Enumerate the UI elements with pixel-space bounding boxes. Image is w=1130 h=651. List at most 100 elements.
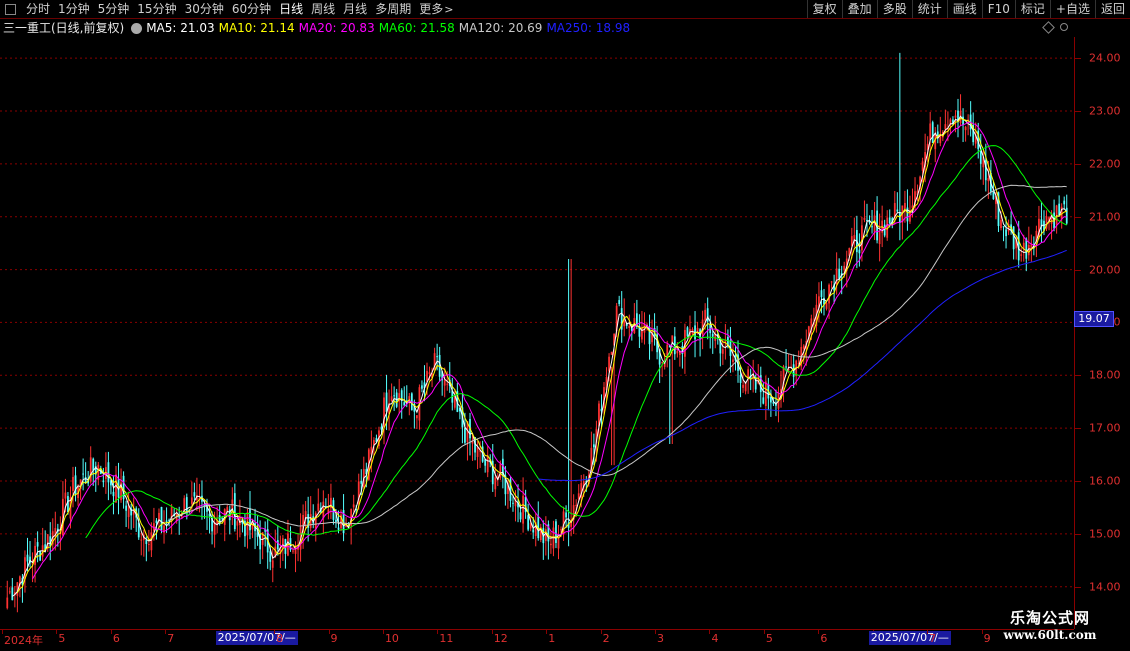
y-tick-label: 14.00 [1089, 580, 1121, 594]
x-tick [491, 630, 493, 634]
y-tick [1075, 533, 1081, 535]
ma-label-4: MA120: 20.69 [458, 21, 543, 35]
x-tick [709, 630, 711, 634]
x-tick-label: 3 [657, 632, 665, 645]
chevron-right-icon[interactable]: > [444, 3, 453, 16]
tab-period-8[interactable]: 月线 [339, 0, 371, 18]
watermark: 乐淘公式网 www.60lt.com [990, 607, 1110, 642]
y-tick-label: 16.00 [1089, 474, 1121, 488]
ma-line-ma120 [168, 184, 1067, 527]
y-tick-label: 15.00 [1089, 527, 1121, 541]
gear-icon[interactable] [131, 22, 143, 34]
x-tick-label: 2024年 [4, 634, 43, 647]
x-tick [763, 630, 765, 634]
action-button-0[interactable]: 复权 [806, 0, 842, 18]
stock-title: 三一重工(日线,前复权) [3, 21, 125, 35]
x-tick [110, 630, 112, 634]
action-button-2[interactable]: 多股 [876, 0, 912, 18]
action-button-5[interactable]: F10 [981, 0, 1015, 18]
ma-label-0: MA5: 21.03 [146, 21, 215, 35]
y-tick [1075, 269, 1081, 271]
x-tick-label: 7 [167, 632, 175, 645]
x-tick-label: 5 [765, 632, 773, 645]
tab-period-6[interactable]: 日线 [275, 0, 307, 18]
price-axis: 24.0023.0022.0021.0020.0019.0018.0017.00… [1074, 37, 1130, 629]
x-tick [437, 630, 439, 634]
tab-period-9[interactable]: 多周期 [371, 0, 415, 18]
ma-label-2: MA20: 20.83 [298, 21, 375, 35]
y-tick-label: 20.00 [1089, 263, 1121, 277]
kline-chart[interactable] [0, 37, 1074, 629]
ma-label-5: MA250: 18.98 [546, 21, 631, 35]
x-tick [165, 630, 167, 634]
x-tick [328, 630, 330, 634]
y-tick-label: 18.00 [1089, 368, 1121, 382]
action-button-1[interactable]: 叠加 [841, 0, 877, 18]
layout-toggle-icon[interactable] [5, 3, 16, 15]
y-tick-label: 17.00 [1089, 421, 1121, 435]
current-price-tag: 19.07 [1074, 310, 1114, 327]
date-axis: 2024年 5 6 7 2025/07/07/— 8 9 10 11 12 1 2 3 4 5 6 2025/0… [0, 629, 1074, 651]
period-tabs: 分时 1分钟 5分钟 15分钟 30分钟 60分钟 日线 周线 月线 多周期 更多 > [0, 0, 453, 18]
x-tick-label: 8 [276, 632, 284, 645]
y-tick [1075, 375, 1081, 377]
x-tick [274, 630, 276, 634]
selected-date-tag: 2025/07/07/— [215, 631, 298, 645]
period-toolbar: 分时 1分钟 5分钟 15分钟 30分钟 60分钟 日线 周线 月线 多周期 更多 > 复权 叠加 多股统… [0, 0, 1130, 19]
x-tick-label: 6 [112, 632, 120, 645]
tab-period-1[interactable]: 1分钟 [54, 0, 94, 18]
x-tick-label: 5 [58, 632, 66, 645]
x-tick [818, 630, 820, 634]
tab-period-3[interactable]: 15分钟 [133, 0, 180, 18]
x-tick-label: 11 [439, 632, 454, 645]
x-tick [546, 630, 548, 634]
indicator-info-bar: 三一重工(日线,前复权) MA5: 21.03 MA10: 21.14 MA20: … [0, 19, 1074, 37]
x-tick [600, 630, 602, 634]
watermark-url: www.60lt.com [1003, 628, 1097, 642]
ma-label-3: MA60: 21.58 [378, 21, 455, 35]
x-tick [927, 630, 929, 634]
tab-period-10[interactable]: 更多 [415, 0, 447, 18]
y-tick [1075, 428, 1081, 430]
x-tick [56, 630, 58, 634]
x-tick-label: 1 [548, 632, 556, 645]
y-tick-label: 23.00 [1089, 104, 1121, 118]
tab-period-2[interactable]: 5分钟 [94, 0, 134, 18]
x-tick-label: 2 [602, 632, 610, 645]
circle-icon[interactable] [1060, 23, 1068, 31]
tab-period-0[interactable]: 分时 [22, 0, 54, 18]
y-tick [1075, 163, 1081, 165]
ma-label-1: MA10: 21.14 [218, 21, 295, 35]
action-button-6[interactable]: 标记 [1014, 0, 1050, 18]
action-buttons: 复权 叠加 多股 统计 画线 F10 标记 +自选 返回 [806, 0, 1130, 18]
x-tick-label: 4 [711, 632, 719, 645]
x-tick [2, 630, 3, 634]
x-tick [981, 630, 983, 634]
watermark-title: 乐淘公式网 [1009, 609, 1090, 627]
y-tick [1075, 216, 1081, 218]
action-button-7[interactable]: +自选 [1049, 0, 1095, 18]
y-tick [1075, 481, 1081, 482]
tab-period-4[interactable]: 30分钟 [181, 0, 228, 18]
tab-period-7[interactable]: 周线 [307, 0, 339, 18]
action-button-3[interactable]: 统计 [911, 0, 947, 18]
tab-period-5[interactable]: 60分钟 [228, 0, 275, 18]
x-tick [382, 630, 384, 634]
x-tick [655, 630, 657, 634]
x-tick-label: 6 [820, 632, 828, 645]
action-button-4[interactable]: 画线 [946, 0, 982, 18]
y-tick-label: 21.00 [1089, 210, 1121, 224]
ma-legend: MA5: 21.03 MA10: 21.14 MA20: 20.83 MA60: 21… [146, 19, 634, 37]
action-button-8[interactable]: 返回 [1094, 0, 1130, 18]
ma-line-ma5 [12, 115, 1068, 597]
x-tick-label: 12 [493, 632, 508, 645]
x-tick-label: 9 [330, 632, 338, 645]
selected-date-tag: 2025/07/07/— [868, 631, 951, 645]
y-tick-label: 22.00 [1089, 157, 1121, 171]
ma-line-ma250 [538, 249, 1067, 482]
x-tick-label: 10 [384, 632, 399, 645]
y-tick [1075, 58, 1081, 60]
x-tick-label: 7 [929, 632, 937, 645]
y-tick-label: 24.00 [1089, 51, 1121, 65]
y-tick [1075, 111, 1081, 112]
